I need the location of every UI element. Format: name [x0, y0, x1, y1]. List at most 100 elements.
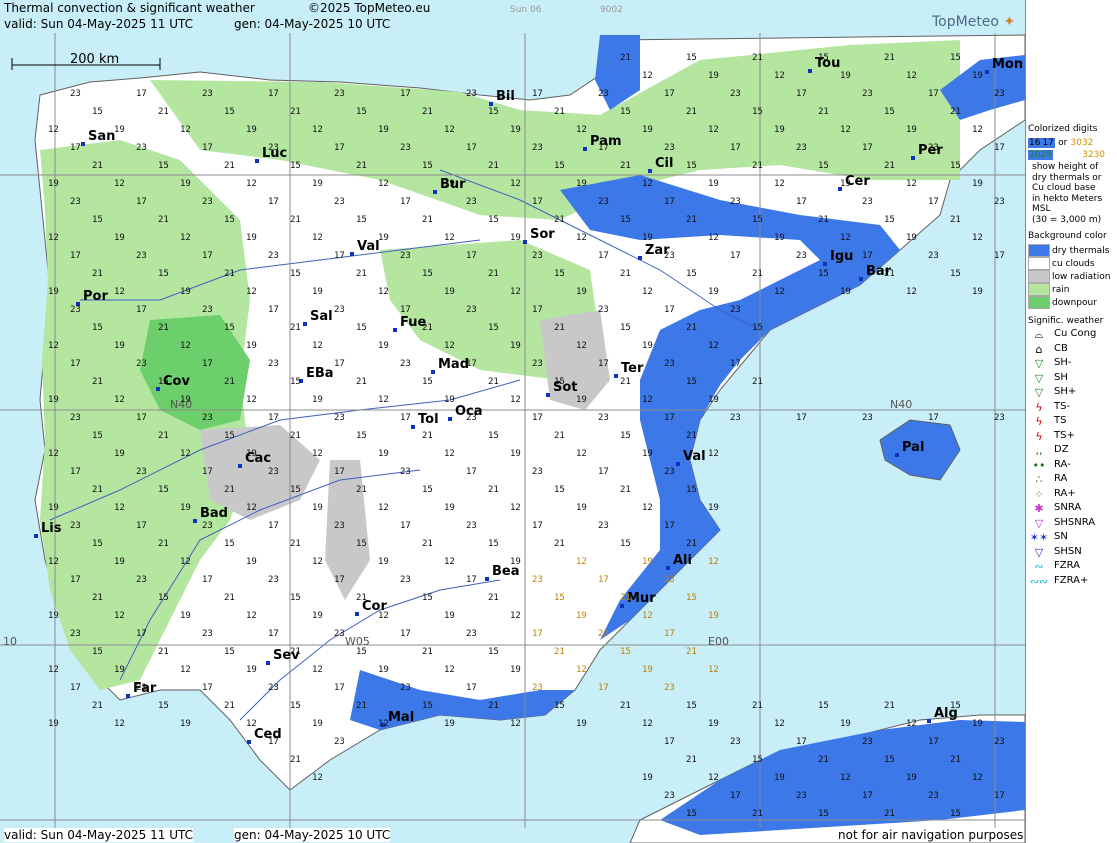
thermal-digit: 17 [400, 305, 411, 315]
thermal-digit: 17 [202, 683, 213, 693]
snow-shower-icon: ▽ [1034, 545, 1044, 559]
thermal-digit: 12 [180, 233, 191, 243]
thermal-digit: 23 [268, 575, 279, 585]
thermal-digit: 19 [180, 503, 191, 513]
thermal-digit: 15 [818, 269, 829, 279]
thermal-digit: 15 [686, 701, 697, 711]
city-label-sor: Sor [530, 227, 555, 242]
thermal-digit: 19 [180, 395, 191, 405]
thermal-digit: 23 [862, 413, 873, 423]
thermal-digit: 19 [708, 503, 719, 513]
thermal-digit: 17 [400, 89, 411, 99]
drizzle-icon: ,, [1035, 444, 1043, 457]
thermal-digit: 17 [664, 197, 675, 207]
thermal-digit: 19 [48, 395, 59, 405]
legend-bg-label: rain [1052, 285, 1070, 295]
thermal-digit: 12 [972, 125, 983, 135]
city-marker [411, 425, 415, 429]
thermal-digit: 21 [554, 539, 565, 549]
thermal-digit: 19 [114, 233, 125, 243]
thermal-digit: 23 [994, 737, 1005, 747]
legend-swatch [1028, 257, 1050, 270]
thermal-digit: 15 [422, 485, 433, 495]
thermal-digit: 23 [202, 305, 213, 315]
thermal-digit: 17 [598, 143, 609, 153]
thermal-digit: 19 [708, 287, 719, 297]
thermal-digit: 17 [796, 89, 807, 99]
thermal-digit: 17 [202, 251, 213, 261]
thermal-digit: 17 [400, 197, 411, 207]
digit-sample-e: 3230 [1082, 150, 1105, 160]
thermal-digit: 17 [334, 251, 345, 261]
thermal-digit: 21 [752, 377, 763, 387]
thermal-digit: 23 [70, 629, 81, 639]
thermal-digit: 23 [334, 737, 345, 747]
compass-icon: ✦ [1003, 14, 1016, 30]
thermal-digit: 15 [686, 269, 697, 279]
city-marker [546, 393, 550, 397]
snow-rain-icon: ✱ [1034, 502, 1044, 515]
legend-bg-label: low radiation [1052, 272, 1111, 282]
thermal-digit: 23 [730, 413, 741, 423]
city-marker [431, 370, 435, 374]
thermal-digit: 15 [752, 107, 763, 117]
city-marker [238, 464, 242, 468]
thermal-digit: 17 [598, 467, 609, 477]
legend-wx-label: FZRA+ [1054, 574, 1089, 586]
thermal-digit: 17 [532, 305, 543, 315]
thermal-digit: 21 [224, 701, 235, 711]
thermal-digit: 15 [92, 647, 103, 657]
thermal-digit: 23 [994, 413, 1005, 423]
thermal-digit: 15 [290, 485, 301, 495]
city-marker [393, 328, 397, 332]
thermal-digit: 12 [444, 125, 455, 135]
thermal-digit: 19 [444, 611, 455, 621]
thermal-digit: 15 [356, 539, 367, 549]
legend-wx-label: SN [1054, 531, 1068, 542]
thermal-digit: 15 [620, 539, 631, 549]
thermal-digit: 19 [444, 503, 455, 513]
thermal-digit: 12 [378, 503, 389, 513]
thermal-digit: 17 [136, 305, 147, 315]
thermal-digit: 21 [686, 431, 697, 441]
thermal-digit: 23 [334, 197, 345, 207]
thermal-digit: 23 [928, 791, 939, 801]
thermal-digit: 17 [136, 197, 147, 207]
day-tab[interactable]: Sun 06 [510, 5, 541, 15]
thermal-digit: 21 [92, 701, 103, 711]
thermal-digit: 21 [224, 161, 235, 171]
weather-map[interactable]: N40 N40 E00 W05 10 200 km San Luc Bil Pam To… [0, 0, 1025, 843]
legend-panel: Colorized digits 16 17 or 3032 2025 3230 … [1025, 0, 1117, 843]
thermal-digit: 19 [642, 665, 653, 675]
thermal-digit: 15 [620, 107, 631, 117]
thermal-digit: 19 [576, 179, 587, 189]
thermal-digit: 21 [290, 107, 301, 117]
thermal-digit: 19 [708, 395, 719, 405]
thermal-digit: 21 [356, 701, 367, 711]
thermal-digit: 17 [532, 521, 543, 531]
thermal-digit: 12 [180, 449, 191, 459]
city-label-tol: Tol [418, 412, 439, 427]
thermal-digit: 15 [224, 107, 235, 117]
thermal-digit: 21 [158, 431, 169, 441]
grid-label-e00: E00 [708, 635, 729, 648]
thermal-digit: 15 [554, 161, 565, 171]
thermal-digit: 17 [598, 251, 609, 261]
thermal-digit: 15 [92, 215, 103, 225]
thermal-digit: 17 [664, 629, 675, 639]
thermal-digit: 17 [268, 197, 279, 207]
thermal-digit: 19 [576, 503, 587, 513]
thermal-digit: 19 [444, 287, 455, 297]
thermal-digit: 17 [598, 683, 609, 693]
map-code: 9002 [600, 5, 623, 15]
thermal-digit: 21 [818, 755, 829, 765]
thermal-digit: 15 [224, 215, 235, 225]
thermal-digit: 23 [598, 305, 609, 315]
thermal-digit: 15 [950, 161, 961, 171]
thermal-digit: 19 [180, 287, 191, 297]
thermal-digit: 17 [928, 197, 939, 207]
thermal-digit: 17 [136, 413, 147, 423]
thermal-digit: 12 [510, 611, 521, 621]
thermal-digit: 23 [202, 197, 213, 207]
thermal-digit: 19 [972, 287, 983, 297]
